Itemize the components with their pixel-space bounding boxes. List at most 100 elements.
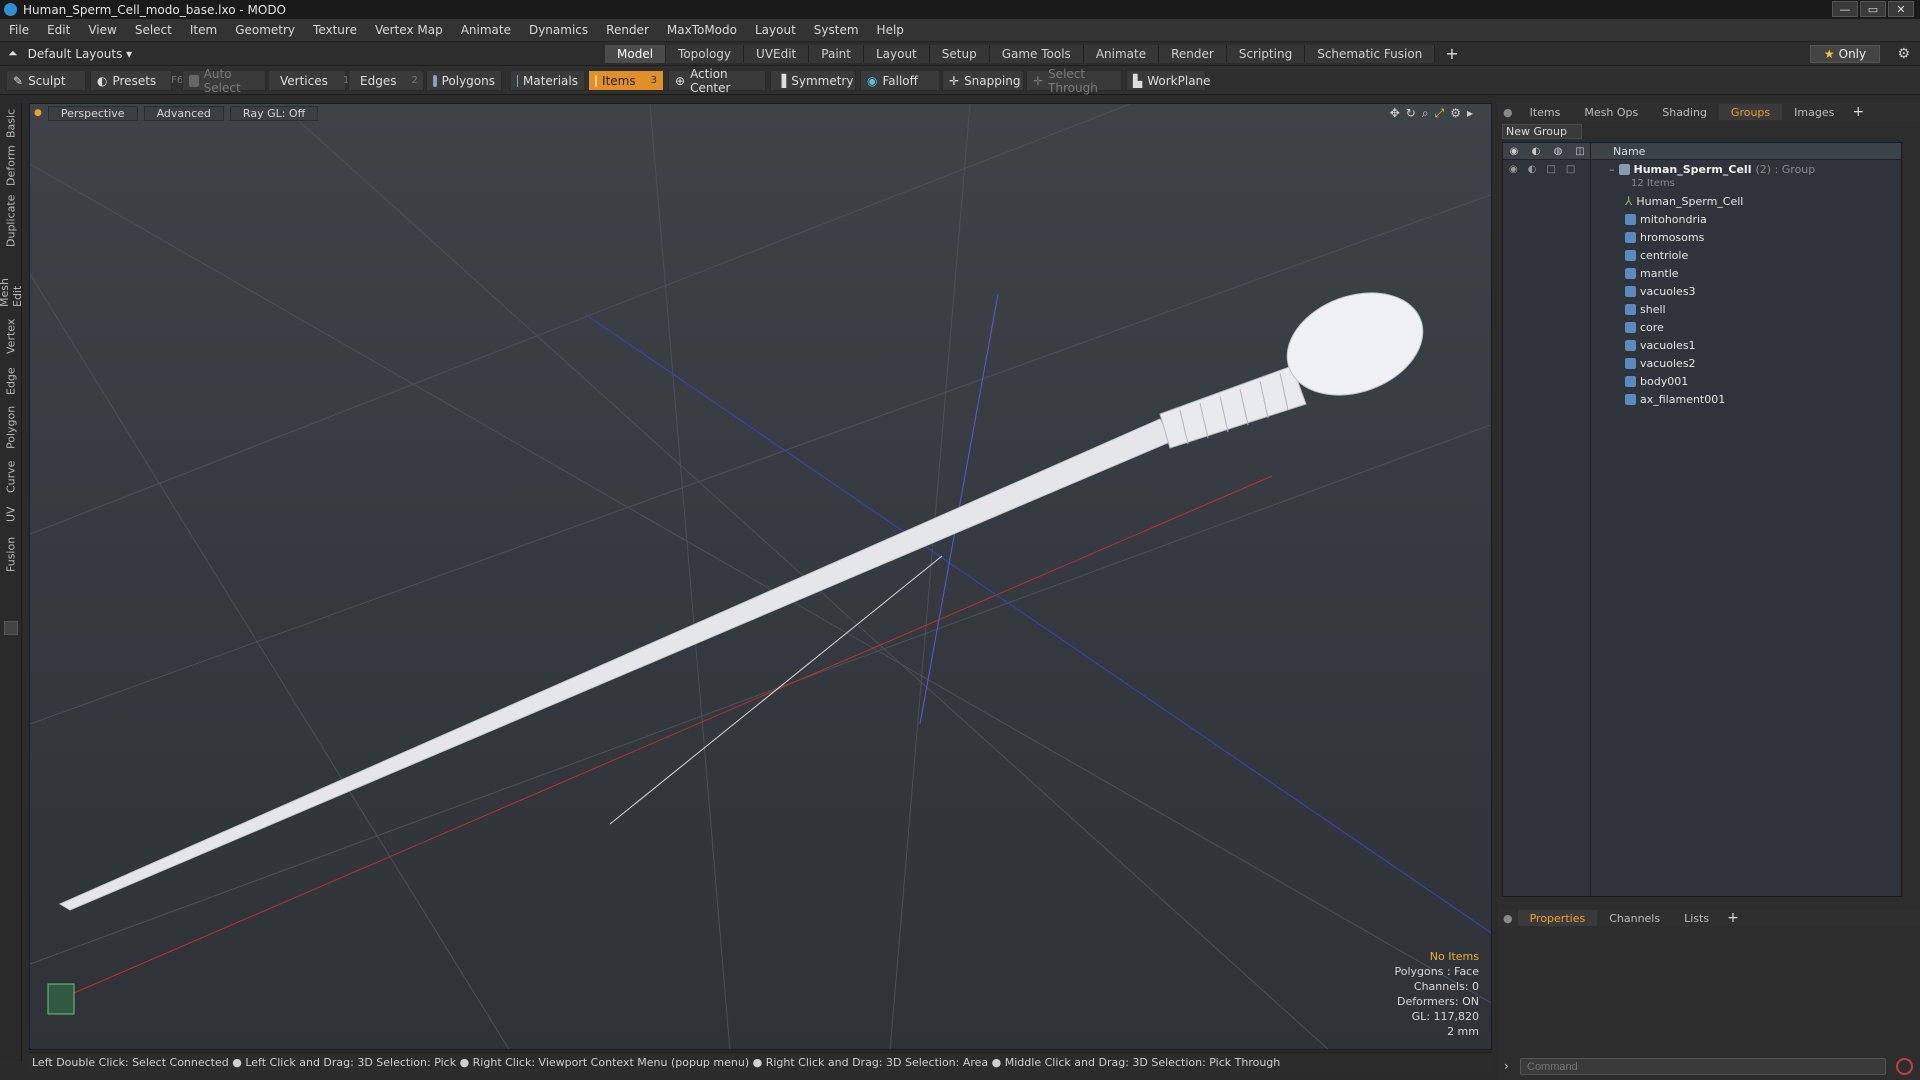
menu-item[interactable]: Item [181, 23, 226, 37]
tab-shading[interactable]: Shading [1650, 104, 1719, 120]
list-item[interactable]: vacuoles3 [1503, 282, 1901, 300]
maximize-view-icon[interactable]: ⤢ [1435, 106, 1445, 121]
tab-lists[interactable]: Lists [1672, 910, 1721, 926]
list-item[interactable]: hromosoms [1503, 228, 1901, 246]
menu-view[interactable]: View [79, 23, 125, 37]
tab-topology[interactable]: Topology [666, 45, 745, 63]
tab-schematic-fusion[interactable]: Schematic Fusion [1305, 45, 1436, 63]
group-visibility-toggles[interactable]: ◉ ◐ □ □ [1503, 164, 1591, 175]
edges-button[interactable]: Edges 2 [348, 70, 424, 91]
tab-properties[interactable]: Properties [1517, 910, 1598, 926]
command-input[interactable] [1520, 1058, 1886, 1075]
tab-channels[interactable]: Channels [1597, 910, 1672, 926]
new-group-button[interactable]: New Group [1502, 124, 1582, 139]
vtab-uv[interactable]: UV [2, 501, 20, 527]
add-panel-tab-button[interactable]: + [1846, 104, 1870, 120]
maximize-button[interactable]: ▭ [1860, 1, 1886, 17]
tab-groups[interactable]: Groups [1718, 104, 1783, 120]
menu-maxtomodo[interactable]: MaxToModo [658, 23, 746, 37]
vtab-vertex[interactable]: Vertex [2, 315, 20, 357]
menu-vertex-map[interactable]: Vertex Map [366, 23, 452, 37]
vtab-curve[interactable]: Curve [2, 459, 20, 495]
items-button[interactable]: Items 3 [588, 70, 664, 91]
menu-geometry[interactable]: Geometry [226, 23, 304, 37]
sculpt-button[interactable]: ✎ Sculpt [6, 70, 86, 91]
menu-system[interactable]: System [805, 23, 868, 37]
zoom-icon[interactable]: ⌕ [1422, 106, 1429, 121]
raygl-button[interactable]: Ray GL: Off [229, 105, 319, 121]
viewport-menu-dot-icon[interactable]: ● [34, 108, 42, 118]
action-center-button[interactable]: ⊕ Action Center [668, 67, 766, 95]
list-item[interactable]: body001 [1503, 372, 1901, 390]
menu-select[interactable]: Select [126, 23, 181, 37]
group-row[interactable]: ◉ ◐ □ □ – Human_Sperm_Cell (2) : Group [1503, 160, 1901, 178]
menu-edit[interactable]: Edit [38, 23, 79, 37]
menu-layout[interactable]: Layout [746, 23, 805, 37]
tab-paint[interactable]: Paint [809, 45, 864, 63]
add-tab-button[interactable]: + [1435, 45, 1468, 63]
name-column-header[interactable]: Name [1613, 145, 1645, 158]
tab-scripting[interactable]: Scripting [1226, 45, 1306, 63]
vtab-basic[interactable]: Basic [2, 107, 20, 139]
view-mode-button[interactable]: Perspective [47, 105, 138, 121]
menu-animate[interactable]: Animate [452, 23, 520, 37]
vertices-button[interactable]: Vertices 1 [268, 70, 349, 91]
menu-file[interactable]: File [0, 23, 38, 37]
presets-button[interactable]: ◐ Presets F6 [90, 70, 183, 91]
viewport-more-icon[interactable]: ▸ [1467, 106, 1473, 121]
list-item[interactable]: core [1503, 318, 1901, 336]
eye-icon[interactable]: ◉ [1509, 164, 1518, 175]
pan-icon[interactable]: ✥ [1390, 106, 1400, 121]
layout-preset-dropdown[interactable]: ⏶ Default Layouts ▾ [8, 46, 132, 61]
checkbox-icon[interactable]: □ [1566, 164, 1575, 175]
vtab-edge[interactable]: Edge [2, 365, 20, 397]
vtab-fusion[interactable]: Fusion [2, 533, 20, 575]
list-item[interactable]: mantle [1503, 264, 1901, 282]
list-item[interactable]: vacuoles2 [1503, 354, 1901, 372]
add-props-tab-button[interactable]: + [1721, 910, 1745, 926]
list-item[interactable]: ax_filament001 [1503, 390, 1901, 408]
select-through-button[interactable]: ✛ Select Through [1026, 67, 1122, 95]
strip-toggle-button[interactable] [4, 621, 18, 635]
tab-model[interactable]: Model [605, 45, 667, 63]
list-item[interactable]: mitohondria [1503, 210, 1901, 228]
falloff-button[interactable]: ◉ Falloff [860, 70, 940, 91]
close-button[interactable]: ✕ [1888, 1, 1914, 17]
list-item[interactable]: ⅄ Human_Sperm_Cell [1503, 192, 1901, 210]
tab-animate[interactable]: Animate [1083, 45, 1160, 63]
vtab-polygon[interactable]: Polygon [2, 403, 20, 451]
tab-render[interactable]: Render [1159, 45, 1227, 63]
3d-viewport[interactable]: ● Perspective Advanced Ray GL: Off ✥ ↻ ⌕… [29, 103, 1492, 1050]
collapse-icon[interactable]: – [1609, 163, 1615, 176]
checkbox-icon[interactable]: □ [1546, 164, 1555, 175]
materials-button[interactable]: Materials [510, 70, 585, 91]
rotate-icon[interactable]: ↻ [1406, 106, 1416, 121]
tab-mesh-ops[interactable]: Mesh Ops [1572, 104, 1650, 120]
command-stop-icon[interactable] [1896, 1058, 1913, 1075]
render-icon[interactable]: ◐ [1528, 164, 1537, 175]
snapping-button[interactable]: ✛ Snapping [942, 70, 1024, 91]
polygons-button[interactable]: Polygons [426, 70, 502, 91]
gear-icon[interactable]: ⚙ [1897, 46, 1910, 62]
tab-setup[interactable]: Setup [929, 45, 990, 63]
tab-images[interactable]: Images [1782, 104, 1846, 120]
tab-layout[interactable]: Layout [863, 45, 930, 63]
minimize-button[interactable]: — [1832, 1, 1858, 17]
panel-menu-dot-icon[interactable]: ● [1498, 104, 1518, 120]
vtab-mesh-edit[interactable]: Mesh Edit [0, 255, 24, 307]
only-button[interactable]: ★ Only [1810, 45, 1880, 63]
tab-items[interactable]: Items [1518, 104, 1573, 120]
vtab-duplicate[interactable]: Duplicate [2, 195, 20, 247]
menu-help[interactable]: Help [868, 23, 913, 37]
menu-texture[interactable]: Texture [304, 23, 366, 37]
tab-game-tools[interactable]: Game Tools [989, 45, 1084, 63]
symmetry-button[interactable]: ▐ Symmetry [770, 70, 856, 91]
menu-render[interactable]: Render [597, 23, 658, 37]
auto-select-button[interactable]: Auto Select [182, 67, 266, 95]
menu-dynamics[interactable]: Dynamics [520, 23, 597, 37]
tab-uvedit[interactable]: UVEdit [744, 45, 810, 63]
list-item[interactable]: centriole [1503, 246, 1901, 264]
list-item[interactable]: vacuoles1 [1503, 336, 1901, 354]
viewport-gear-icon[interactable]: ⚙ [1450, 106, 1461, 121]
vtab-deform[interactable]: Deform [2, 145, 20, 187]
